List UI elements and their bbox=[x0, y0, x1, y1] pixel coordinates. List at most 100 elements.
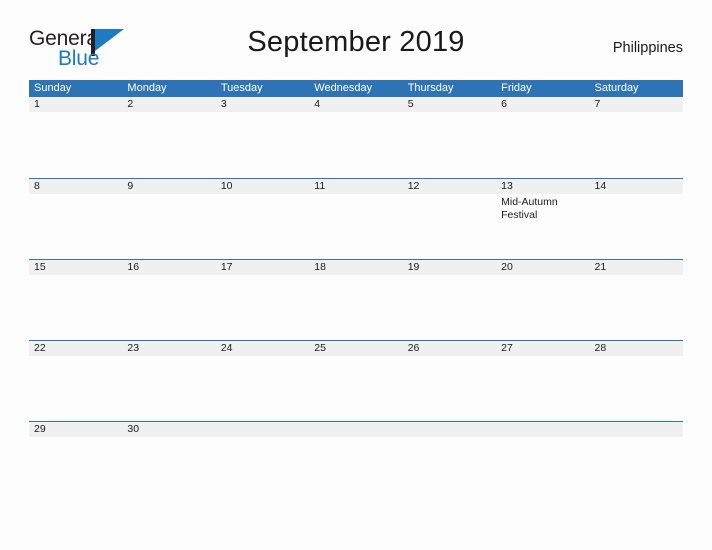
day-cell[interactable]: 17 bbox=[215, 260, 310, 340]
page-title: September 2019 bbox=[247, 26, 465, 58]
date-number: 22 bbox=[34, 342, 46, 354]
day-cell-empty bbox=[589, 422, 683, 502]
date-number-band bbox=[215, 422, 310, 437]
country-label: Philippines bbox=[612, 40, 683, 56]
day-cell-empty bbox=[496, 422, 590, 502]
date-number: 4 bbox=[314, 98, 321, 110]
calendar-week-row: 15 16 17 18 19 20 21 bbox=[29, 259, 683, 340]
date-number-band bbox=[29, 179, 123, 194]
event-list: Mid-Autumn Festival bbox=[501, 196, 586, 222]
date-number: 8 bbox=[34, 180, 40, 192]
date-number: 26 bbox=[407, 342, 420, 354]
weekday-header-row: Sunday Monday Tuesday Wednesday Thursday Frid… bbox=[29, 80, 683, 97]
date-number-band bbox=[309, 422, 403, 437]
date-number: 17 bbox=[220, 261, 233, 273]
date-number: 1 bbox=[34, 98, 40, 110]
week-cells: 8 9 10 11 12 13 Mid-Autumn Festival 14 bbox=[29, 179, 683, 259]
date-number: 21 bbox=[594, 261, 607, 273]
day-cell[interactable]: 13 Mid-Autumn Festival bbox=[496, 179, 590, 259]
day-cell[interactable]: 2 bbox=[122, 97, 216, 178]
day-cell[interactable]: 9 bbox=[122, 179, 216, 259]
day-cell[interactable]: 16 bbox=[122, 260, 216, 340]
day-cell-empty bbox=[309, 422, 403, 502]
date-number: 13 bbox=[501, 180, 513, 192]
day-cell[interactable]: 29 bbox=[29, 422, 123, 502]
weekday-header-friday: Friday bbox=[501, 82, 532, 94]
date-number: 20 bbox=[501, 261, 513, 273]
day-cell[interactable]: 21 bbox=[589, 260, 683, 340]
day-cell[interactable]: 19 bbox=[402, 260, 497, 340]
day-cell[interactable]: 25 bbox=[309, 341, 403, 421]
day-cell[interactable]: 10 bbox=[215, 179, 310, 259]
date-number: 24 bbox=[220, 342, 233, 354]
date-number: 25 bbox=[314, 342, 326, 354]
date-number-band bbox=[122, 179, 216, 194]
day-cell[interactable]: 1 bbox=[29, 97, 123, 178]
day-cell[interactable]: 27 bbox=[496, 341, 590, 421]
day-cell[interactable]: 26 bbox=[402, 341, 497, 421]
weekday-header-monday: Monday bbox=[127, 82, 167, 94]
weekday-header-thursday: Thursday bbox=[407, 82, 454, 94]
date-number-band bbox=[496, 422, 590, 437]
calendar-body: 1 2 3 4 5 6 7 8 9 10 11 12 13 Mid-Autumn Festival 14 15… bbox=[29, 97, 683, 502]
day-cell[interactable]: 7 bbox=[589, 97, 683, 178]
date-number: 5 bbox=[407, 98, 414, 110]
date-number: 28 bbox=[594, 342, 607, 354]
day-cell[interactable]: 18 bbox=[309, 260, 403, 340]
calendar-page: General Blue September 2019 Philippines … bbox=[0, 0, 712, 550]
date-number-band bbox=[402, 97, 497, 112]
date-number-band bbox=[496, 97, 590, 112]
date-number: 10 bbox=[220, 180, 233, 192]
date-number-band bbox=[122, 97, 216, 112]
weekday-header-wednesday: Wednesday bbox=[314, 82, 373, 94]
page-header: General Blue September 2019 Philippines bbox=[29, 26, 683, 72]
day-cell[interactable]: 12 bbox=[402, 179, 497, 259]
date-number-band bbox=[589, 97, 683, 112]
calendar-grid: Sunday Monday Tuesday Wednesday Thursday Frid… bbox=[29, 80, 683, 502]
holiday-label: Mid-Autumn Festival bbox=[501, 196, 558, 221]
day-cell[interactable]: 8 bbox=[29, 179, 123, 259]
date-number: 9 bbox=[127, 180, 134, 192]
date-number-band bbox=[402, 422, 497, 437]
day-cell[interactable]: 5 bbox=[402, 97, 497, 178]
date-number: 19 bbox=[407, 261, 420, 273]
day-cell[interactable]: 30 bbox=[122, 422, 216, 502]
day-cell[interactable]: 20 bbox=[496, 260, 590, 340]
day-cell[interactable]: 24 bbox=[215, 341, 310, 421]
day-cell[interactable]: 11 bbox=[309, 179, 403, 259]
date-number: 30 bbox=[127, 423, 140, 435]
calendar-week-row: 22 23 24 25 26 27 28 bbox=[29, 340, 683, 421]
day-cell[interactable]: 3 bbox=[215, 97, 310, 178]
date-number-band bbox=[215, 97, 310, 112]
day-cell[interactable]: 23 bbox=[122, 341, 216, 421]
day-cell-empty bbox=[215, 422, 310, 502]
weekday-header-tuesday: Tuesday bbox=[220, 82, 263, 94]
date-number: 16 bbox=[127, 261, 140, 273]
date-number-band bbox=[589, 422, 683, 437]
day-cell[interactable]: 14 bbox=[589, 179, 683, 259]
date-number: 2 bbox=[127, 98, 134, 110]
day-cell[interactable]: 6 bbox=[496, 97, 590, 178]
day-cell[interactable]: 4 bbox=[309, 97, 403, 178]
weekday-header-sunday: Sunday bbox=[34, 82, 72, 94]
date-number-band bbox=[29, 97, 123, 112]
calendar-week-row: 29 30 bbox=[29, 421, 683, 502]
date-number: 29 bbox=[34, 423, 46, 435]
date-number: 12 bbox=[407, 180, 420, 192]
date-number: 7 bbox=[594, 98, 601, 110]
date-number: 11 bbox=[314, 180, 326, 192]
date-number: 23 bbox=[127, 342, 140, 354]
week-cells: 15 16 17 18 19 20 21 bbox=[29, 260, 683, 340]
day-cell[interactable]: 22 bbox=[29, 341, 123, 421]
day-cell[interactable]: 28 bbox=[589, 341, 683, 421]
date-number: 14 bbox=[594, 180, 607, 192]
date-number: 18 bbox=[314, 261, 326, 273]
date-number-band bbox=[309, 97, 403, 112]
calendar-week-row: 1 2 3 4 5 6 7 bbox=[29, 97, 683, 178]
calendar-week-row: 8 9 10 11 12 13 Mid-Autumn Festival 14 bbox=[29, 178, 683, 259]
week-cells: 22 23 24 25 26 27 28 bbox=[29, 341, 683, 421]
weekday-header-saturday: Saturday bbox=[594, 82, 639, 94]
date-number: 6 bbox=[501, 98, 507, 110]
day-cell-empty bbox=[402, 422, 497, 502]
day-cell[interactable]: 15 bbox=[29, 260, 123, 340]
